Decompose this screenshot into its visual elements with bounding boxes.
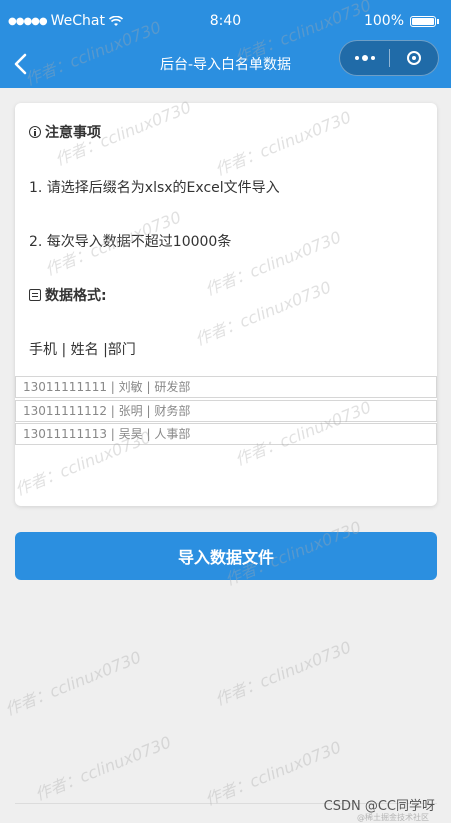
notice-heading-label: 注意事项 xyxy=(45,125,101,141)
rule-item: 2. 每次导入数据不超过10000条 xyxy=(29,234,232,250)
close-mini-program-button[interactable] xyxy=(390,41,438,75)
format-columns: 手机 | 姓名 |部门 xyxy=(29,342,136,358)
close-circle-icon xyxy=(406,51,421,65)
info-card: 注意事项 1. 请选择后缀名为xlsx的Excel文件导入 2. 每次导入数据不… xyxy=(15,103,437,506)
format-heading: 数据格式: xyxy=(29,285,107,305)
battery-icon xyxy=(410,15,436,27)
battery-indicator: 100% xyxy=(364,13,439,29)
more-dot-icon xyxy=(361,55,368,61)
source-watermark-sub: @稀土掘金技术社区 xyxy=(357,813,429,822)
more-menu-button[interactable] xyxy=(340,41,389,75)
watermark-text: 作者：cclinux0730 xyxy=(2,647,144,720)
battery-tip xyxy=(437,18,439,24)
watermark-text: 作者：cclinux0730 xyxy=(212,637,354,710)
example-row: 13011111113 | 吴昊 | 人事部 xyxy=(15,423,437,445)
import-data-button[interactable]: 导入数据文件 xyxy=(15,532,437,580)
nav-bar: 后台-导入白名单数据 xyxy=(0,40,451,88)
format-heading-label: 数据格式: xyxy=(45,288,107,304)
status-bar: ●●●●● WeChat 8:40 100% xyxy=(0,0,451,40)
rule-item: 1. 请选择后缀名为xlsx的Excel文件导入 xyxy=(29,180,280,196)
watermark-text: 作者：cclinux0730 xyxy=(32,732,174,805)
battery-percent: 100% xyxy=(363,13,404,29)
notice-heading: 注意事项 xyxy=(29,122,101,142)
example-row: 13011111112 | 张明 | 财务部 xyxy=(15,400,437,422)
info-icon xyxy=(29,126,41,138)
mini-program-capsule xyxy=(339,40,439,76)
more-dot-icon xyxy=(370,56,375,60)
example-row: 13011111111 | 刘敏 | 研发部 xyxy=(15,376,437,398)
more-dot-icon xyxy=(354,56,359,60)
document-icon xyxy=(29,289,41,301)
